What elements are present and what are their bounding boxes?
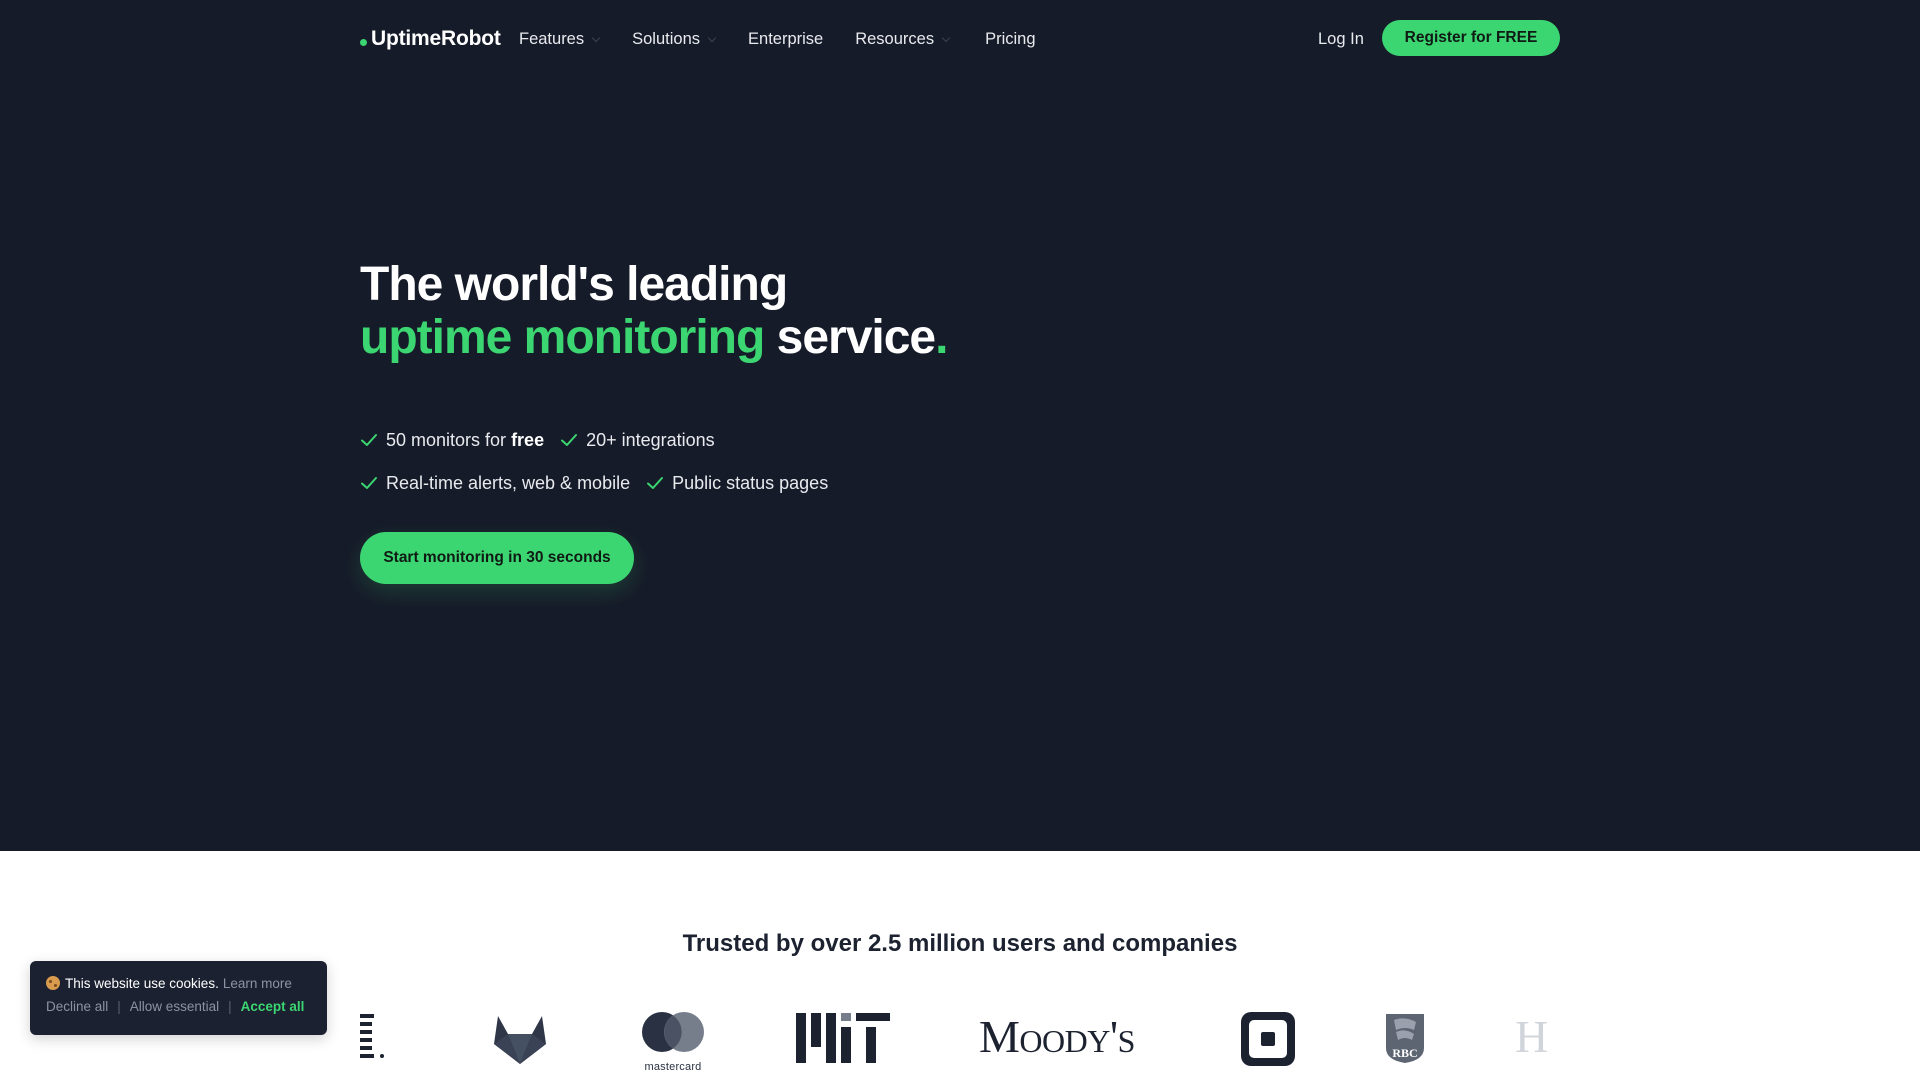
cookie-actions-row: Decline all | Allow essential | Accept a…	[46, 998, 311, 1014]
chevron-down-icon	[941, 33, 951, 42]
accept-all-button[interactable]: Accept all	[241, 999, 305, 1014]
partial-logo-right: H	[1515, 1012, 1549, 1062]
start-monitoring-button[interactable]: Start monitoring in 30 seconds	[360, 532, 634, 584]
square-logo-icon	[1241, 1012, 1295, 1066]
rbc-text: RBC	[1392, 1046, 1418, 1060]
chevron-down-icon	[591, 33, 601, 42]
feature-row: 50 monitors for free 20+ integrations	[360, 424, 844, 456]
check-icon	[361, 434, 377, 446]
check-icon	[561, 434, 578, 446]
partial-logo-icon	[360, 1014, 384, 1058]
nav-item-label: Enterprise	[748, 29, 824, 48]
logo-text: UptimeRobot	[371, 27, 501, 50]
cookie-message: This website use cookies.	[65, 975, 219, 991]
logo[interactable]: UptimeRobot	[360, 24, 501, 54]
moodys-logo: Moody's	[979, 1011, 1135, 1062]
learn-more-link[interactable]: Learn more	[223, 976, 292, 991]
top-nav: UptimeRobot Features Solutions Enterpris…	[0, 0, 1920, 78]
decline-all-button[interactable]: Decline all	[46, 999, 108, 1014]
feature-text: Public status pages	[672, 472, 829, 493]
check-icon	[647, 477, 664, 489]
nav-item-label: Features	[519, 29, 585, 48]
cookie-banner: This website use cookies. Learn more Dec…	[30, 961, 327, 1035]
trusted-heading: Trusted by over 2.5 million users and co…	[682, 930, 1238, 957]
nav-item-label: Solutions	[632, 29, 701, 48]
mastercard-circles-icon	[642, 1012, 704, 1052]
headline-white-text: service	[764, 311, 936, 364]
cookie-message-row: This website use cookies. Learn more	[46, 975, 311, 991]
chevron-down-icon	[707, 33, 717, 42]
feature-text: 20+ integrations	[586, 429, 715, 450]
feature-text: 50 monitors for	[386, 429, 507, 450]
rbc-logo: RBC	[1384, 1010, 1426, 1064]
check-icon	[361, 477, 377, 489]
hero-section: UptimeRobot Features Solutions Enterpris…	[0, 0, 1920, 851]
feature-list: 50 monitors for free 20+ integrations Rea…	[360, 424, 844, 510]
hero-headline: The world's leading uptime monitoring se…	[360, 258, 948, 364]
nav-item-label: Pricing	[985, 29, 1036, 48]
headline-line1: The world's leading	[360, 258, 788, 311]
nav-item-resources[interactable]: Resources	[855, 29, 951, 49]
feature-item: 20+ integrations	[560, 430, 715, 451]
login-link[interactable]: Log In	[1318, 24, 1364, 54]
feature-item: Public status pages	[646, 473, 828, 494]
cookie-separator: |	[228, 998, 232, 1014]
headline-dot: .	[935, 311, 948, 364]
feature-bold-text: free	[511, 429, 545, 450]
feature-row: Real-time alerts, web & mobile Public st…	[360, 467, 844, 499]
feature-item: 50 monitors for free	[360, 430, 544, 451]
register-button[interactable]: Register for FREE	[1382, 20, 1560, 56]
nav-item-pricing[interactable]: Pricing	[985, 30, 1035, 49]
nav-item-enterprise[interactable]: Enterprise	[748, 30, 823, 49]
nav-item-solutions[interactable]: Solutions	[632, 29, 717, 49]
gitlab-logo-icon	[494, 1016, 546, 1064]
client-logos: mastercard Moody's RBC H	[360, 1000, 1560, 1080]
main-menu: Features Solutions Enterprise Resources …	[519, 24, 1036, 54]
mit-logo-icon	[796, 1013, 890, 1063]
nav-item-features[interactable]: Features	[519, 29, 601, 49]
logo-dot-icon	[360, 38, 367, 46]
feature-text: Real-time alerts, web & mobile	[386, 472, 631, 493]
cookie-separator: |	[117, 998, 121, 1014]
mastercard-logo: mastercard	[637, 1010, 709, 1073]
allow-essential-button[interactable]: Allow essential	[130, 999, 219, 1014]
feature-item: Real-time alerts, web & mobile	[360, 473, 630, 494]
mastercard-text: mastercard	[644, 1061, 702, 1073]
nav-item-label: Resources	[855, 29, 935, 48]
headline-green-text: uptime monitoring	[360, 311, 765, 364]
cookie-icon	[46, 976, 60, 990]
